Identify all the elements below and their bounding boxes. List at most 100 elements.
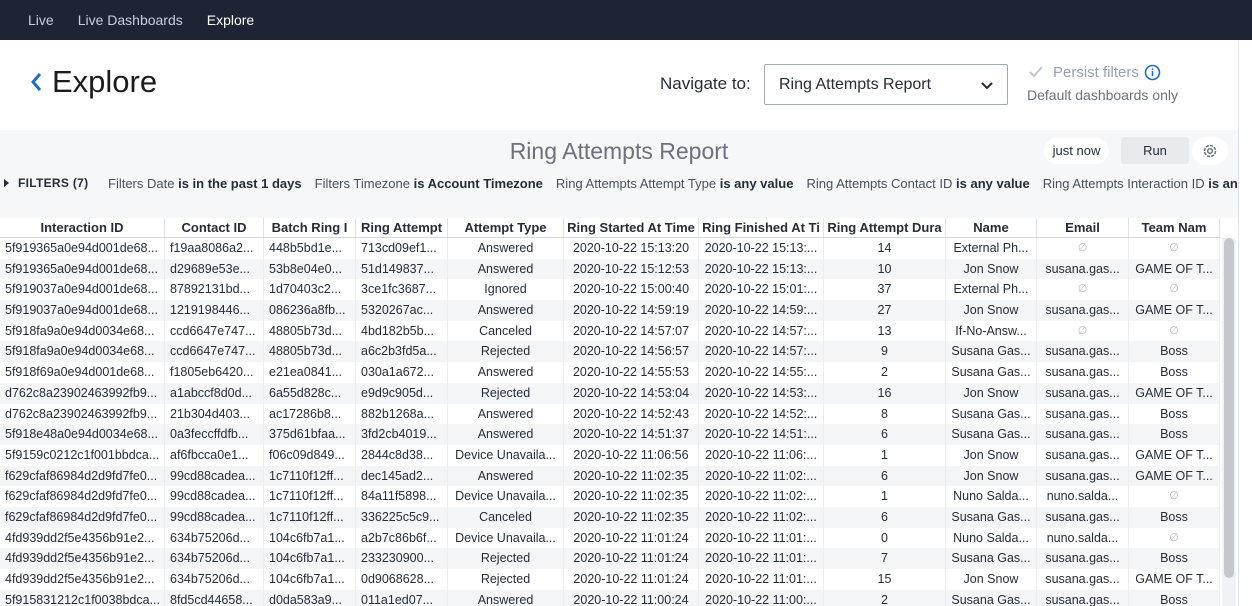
top-nav: Live Live Dashboards Explore [0,0,1252,40]
table-cell: 10 [824,258,946,280]
table-cell: ∅ [1129,486,1220,507]
column-header[interactable]: Batch Ring I [264,218,356,237]
persist-filters-checkbox[interactable] [1028,64,1044,80]
table-row[interactable]: f629cfaf86984d2d9fd7fe0... 99cd88cadea...… [0,486,1220,507]
table-cell: 2020-10-22 11:02:... [699,465,824,487]
table-row[interactable]: 4fd939dd2f5e4356b91e2... 634b75206d... 104… [0,569,1220,590]
table-cell: 2020-10-22 14:56:57 [564,341,699,363]
filter-chip[interactable]: Ring Attempts Contact ID is any value [806,176,1029,191]
table-cell: d762c8a23902463992fb9... [0,403,165,425]
table-cell: 2020-10-22 11:00:... [699,589,824,606]
table-cell: 2020-10-22 11:06:56 [564,444,699,466]
table-cell: 2020-10-22 15:01:... [699,279,824,301]
table-cell: 5f9159c0212c1f001bbdca... [0,444,165,466]
expand-triangle-icon [4,179,9,187]
filter-field: Ring Attempts Contact ID [806,176,957,191]
table-cell: 375d61bfaa... [264,424,356,445]
table-cell: 2020-10-22 14:55:53 [564,362,699,383]
table-cell: Rejected [448,569,564,590]
chevron-down-icon [981,82,993,90]
table-cell: 2020-10-22 11:02:... [699,486,824,507]
table-cell: 2020-10-22 14:57:... [699,341,824,363]
filter-chip[interactable]: Ring Attempts Interaction ID is any valu… [1043,176,1238,191]
table-row[interactable]: 5f918fa9a0e94d0034e68... ccd6647e747... 48… [0,320,1220,342]
table-row[interactable]: d762c8a23902463992fb9... a1abccf8d0d... 6a… [0,382,1220,404]
scrollbar-thumb[interactable] [1224,238,1234,578]
table-cell: 2020-10-22 14:57:07 [564,320,699,342]
table-cell: 336225c5c9... [356,506,448,528]
nav-live[interactable]: Live [28,12,54,28]
table-cell: d0da583a9... [264,589,356,606]
table-row[interactable]: d762c8a23902463992fb9... 21b304d403... ac1… [0,403,1220,425]
table-row[interactable]: 5f918fa9a0e94d0034e68... ccd6647e747... 48… [0,341,1220,363]
table-cell: 51d149837... [356,258,448,280]
table-cell: GAME OF T... [1129,382,1220,404]
table-cell: susana.gas... [1037,300,1129,321]
column-header[interactable]: Name [946,218,1037,237]
filter-condition: is in the past 1 days [178,176,302,191]
settings-button[interactable] [1192,137,1228,165]
table-row[interactable]: 5f919037a0e94d001de68... 87892131bd... 1d7… [0,279,1220,301]
table-cell: 1 [824,444,946,466]
default-dashboards-only: Default dashboards only [1027,87,1178,103]
column-header[interactable]: Contact ID [165,218,264,237]
table-row[interactable]: 5f918f69a0e94d001de68... f1805eb6420... e2… [0,362,1220,383]
column-header[interactable]: Attempt Type [448,218,564,237]
column-header[interactable]: Email [1037,218,1129,237]
column-header[interactable]: Ring Attempt Dura [824,218,946,237]
vertical-scrollbar[interactable] [1222,238,1236,606]
table-cell: susana.gas... [1037,362,1129,383]
table-cell: nuno.salda... [1037,527,1129,549]
table-cell: 086236a8fb... [264,300,356,321]
table-cell: 1219198446... [165,300,264,321]
table-cell: 2020-10-22 11:01:... [699,527,824,549]
back-chevron-icon[interactable] [28,70,44,94]
table-cell: Device Unavaila... [448,486,564,507]
table-cell: e21ea0841... [264,362,356,383]
table-row[interactable]: 5f9159c0212c1f001bbdca... af6fbcca0e1... f… [0,444,1220,466]
table-cell: ∅ [1037,320,1129,342]
just-now-badge: just now [1044,138,1109,164]
table-cell: 37 [824,279,946,301]
table-row[interactable]: 5f919037a0e94d001de68... 1219198446... 086… [0,300,1220,321]
nav-live-dashboards[interactable]: Live Dashboards [78,12,183,28]
filter-condition: is any value [1208,176,1238,191]
table-cell: 2020-10-22 11:02:... [699,506,824,528]
table-row[interactable]: 5f918e48a0e94d0034e68... 0a3feccffdfb... 3… [0,424,1220,445]
filter-field: Filters Timezone [314,176,414,191]
table-row[interactable]: 5f919365a0e94d001de68... d29689e53e... 53b… [0,258,1220,280]
table-cell: f19aa8086a2... [165,238,264,259]
column-header[interactable]: Team Nam [1129,218,1220,237]
filters-toggle[interactable]: FILTERS (7) [4,176,88,190]
column-header[interactable]: Ring Finished At Ti [699,218,824,237]
run-button[interactable]: Run [1121,137,1189,164]
filter-chip[interactable]: Filters Date is in the past 1 days [108,176,302,191]
table-cell: Answered [448,424,564,445]
info-icon[interactable] [1144,64,1161,81]
column-header[interactable]: Interaction ID [0,218,165,237]
column-header[interactable]: Ring Attempt [356,218,448,237]
table-row[interactable]: f629cfaf86984d2d9fd7fe0... 99cd88cadea...… [0,465,1220,487]
table-row[interactable]: 5f919365a0e94d001de68... f19aa8086a2... 44… [0,238,1220,259]
table-cell: 3fd2cb4019... [356,424,448,445]
table-cell: 99cd88cadea... [165,486,264,507]
nav-explore[interactable]: Explore [207,12,254,28]
filter-chip[interactable]: Ring Attempts Attempt Type is any value [556,176,794,191]
table-row[interactable]: 4fd939dd2f5e4356b91e2... 634b75206d... 104… [0,548,1220,569]
table-cell: 2020-10-22 14:59:... [699,300,824,321]
table-row[interactable]: 4fd939dd2f5e4356b91e2... 634b75206d... 104… [0,527,1220,549]
filter-chip[interactable]: Filters Timezone is Account Timezone [315,176,543,191]
table-cell: Rejected [448,548,564,569]
column-header[interactable]: Ring Started At Time [564,218,699,237]
table-cell: 3ce1fc3687... [356,279,448,301]
table-cell: 2020-10-22 14:52:43 [564,403,699,425]
table-cell: 7 [824,548,946,569]
table-cell: 27 [824,300,946,321]
table-row[interactable]: 5f915831212c1f0038bdca... 8fd5cd44658... d… [0,589,1220,606]
table-cell: Jon Snow [946,444,1037,466]
table-row[interactable]: f629cfaf86984d2d9fd7fe0... 99cd88cadea...… [0,506,1220,528]
navigate-select[interactable]: Ring Attempts Report [764,64,1008,105]
table-cell: ccd6647e747... [165,341,264,363]
table-cell: dec145ad2... [356,465,448,487]
filters-row: FILTERS (7) Filters Date is in the past … [0,174,1238,194]
